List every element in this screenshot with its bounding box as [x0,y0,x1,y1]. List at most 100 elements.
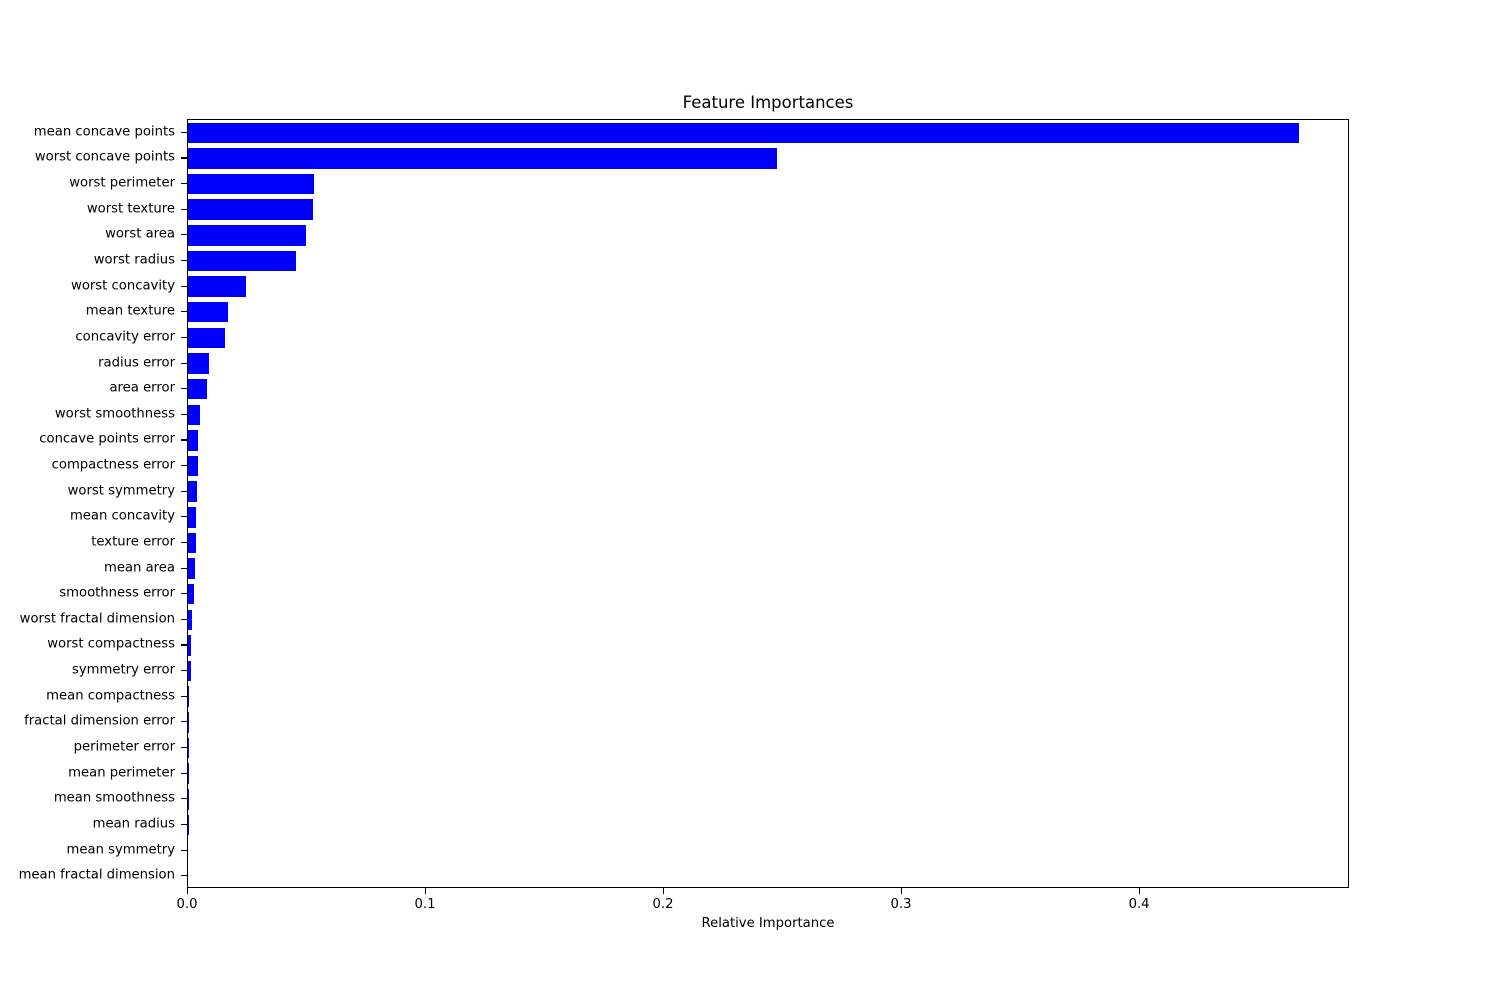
bar [188,455,198,477]
y-tick-label: mean compactness [46,688,175,704]
y-tick-mark [181,285,187,287]
figure-canvas: Feature Importances mean concave points w… [0,0,1500,1000]
y-tick-mark [181,208,187,210]
y-tick-mark [181,567,187,569]
bar [188,686,189,707]
y-tick-mark [181,721,187,723]
y-tick-label: worst concave points [34,149,175,165]
y-tick-mark [181,747,187,749]
bar [188,660,191,682]
y-tick-mark [181,362,187,364]
bar [188,558,195,579]
bar [188,173,314,195]
bar [188,378,208,400]
bar [188,430,198,451]
y-tick-label: mean area [104,560,175,576]
x-tick-label: 0.0 [176,897,198,912]
x-tick-mark [187,888,189,894]
y-tick-mark [181,413,187,415]
bar [188,301,229,323]
bar [188,507,197,528]
y-tick-label: mean texture [85,303,175,319]
bar [188,327,225,349]
bar [188,353,210,374]
y-tick-label: fractal dimension error [24,713,175,729]
bar [188,122,1300,144]
y-tick-label: mean radius [92,816,175,832]
y-tick-label: area error [109,380,175,396]
y-tick-mark [181,157,187,159]
y-tick-mark [181,618,187,620]
bar [188,148,778,169]
y-tick-label: worst area [105,226,175,242]
y-tick-mark [181,695,187,697]
y-tick-mark [181,516,187,518]
y-axis-ticks: mean concave points worst concave points w… [0,119,187,888]
y-tick-label: worst compactness [47,636,175,652]
x-tick-mark [901,888,903,894]
y-tick-label: concavity error [75,329,175,345]
bar [188,481,197,502]
y-tick-mark [181,772,187,774]
y-tick-mark [181,490,187,492]
y-tick-mark [181,541,187,544]
y-tick-mark [181,311,187,313]
y-tick-mark [181,465,187,467]
y-tick-mark [181,183,187,185]
y-tick-label: mean symmetry [66,842,175,858]
bar [188,404,200,426]
y-tick-label: worst smoothness [54,406,175,422]
x-tick-label: 0.2 [652,897,674,912]
page-title: Feature Importances [682,93,854,112]
y-tick-label: radius error [98,355,175,371]
x-axis-label: Relative Importance [701,916,835,931]
y-tick-label: smoothness error [59,585,175,601]
y-tick-mark [181,849,187,851]
x-tick-mark [425,888,427,894]
bar [188,609,193,631]
bar [188,583,195,605]
y-tick-label: mean concavity [69,508,175,524]
bars-layer [188,120,1348,887]
y-tick-label: mean perimeter [68,765,175,781]
y-tick-mark [181,593,187,595]
y-tick-label: worst concavity [71,278,175,294]
y-tick-mark [181,875,187,877]
bar [188,532,196,554]
y-tick-label: compactness error [51,457,175,473]
y-tick-label: worst fractal dimension [19,611,175,627]
plot-area [187,119,1349,888]
y-tick-label: texture error [91,534,175,550]
bar [188,225,307,246]
y-tick-label: mean smoothness [53,790,175,806]
y-tick-mark [181,336,187,338]
x-tick-mark [1139,888,1141,894]
y-tick-mark [181,131,187,133]
bar [188,635,192,656]
x-tick-label: 0.1 [414,897,436,912]
y-tick-label: worst perimeter [69,175,175,191]
bar [188,199,314,220]
y-tick-mark [181,670,187,672]
y-tick-mark [181,259,187,262]
y-tick-mark [181,798,187,800]
y-tick-label: perimeter error [73,739,175,755]
y-tick-label: worst texture [86,201,175,217]
bar [188,712,189,733]
y-tick-mark [181,234,187,236]
bar [188,250,297,272]
y-tick-label: worst symmetry [67,483,175,499]
x-tick-label: 0.3 [890,897,912,912]
y-tick-label: symmetry error [72,662,175,678]
y-tick-mark [181,388,187,390]
y-tick-mark [181,644,187,646]
x-tick-label: 0.4 [1128,897,1150,912]
bar [188,276,246,297]
y-tick-label: concave points error [39,431,175,447]
y-tick-mark [181,823,187,825]
x-tick-mark [663,888,665,894]
y-tick-label: mean fractal dimension [18,867,175,883]
y-tick-label: mean concave points [33,124,175,140]
y-tick-mark [181,439,187,441]
y-tick-label: worst radius [93,252,175,268]
